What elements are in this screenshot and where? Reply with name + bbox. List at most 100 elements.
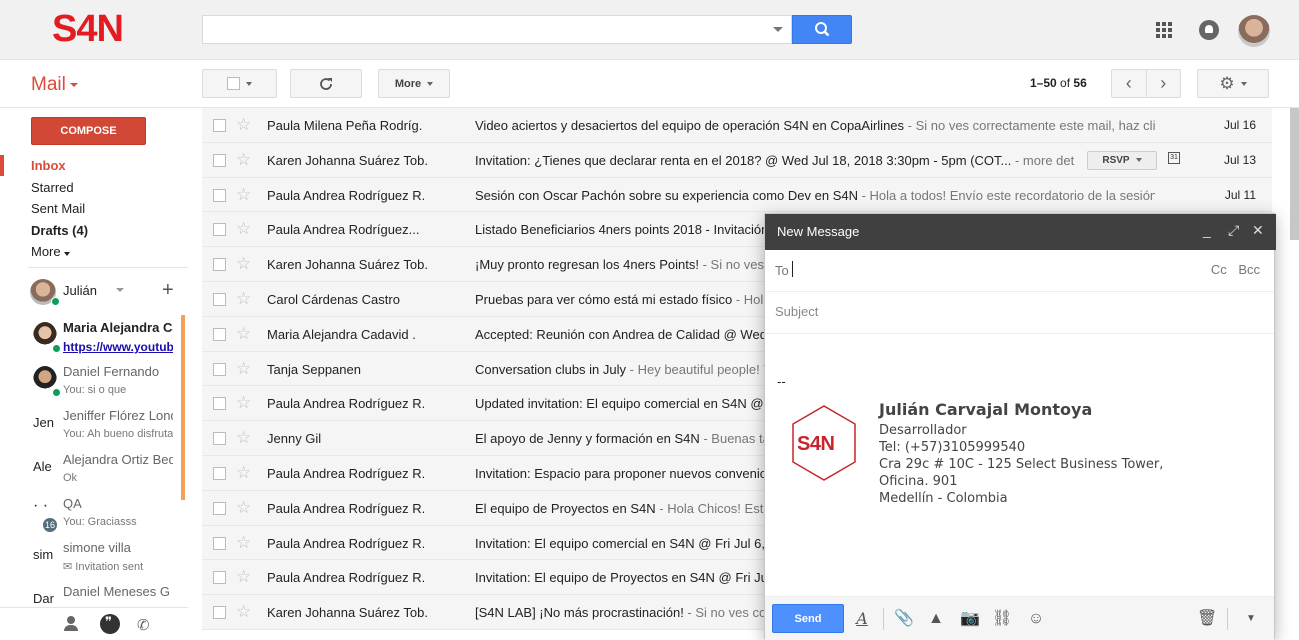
account-avatar[interactable]	[1238, 15, 1270, 47]
contact-name: Alejandra Ortiz Bedoya	[63, 452, 173, 467]
select-all-checkbox[interactable]	[227, 77, 240, 90]
sidebar-item-drafts[interactable]: Drafts (4)	[0, 220, 200, 242]
sidebar-item-starred[interactable]: Starred	[0, 177, 200, 199]
contact-status: You: Ah bueno disfruta	[63, 428, 173, 440]
row-checkbox[interactable]	[213, 327, 226, 341]
more-options-chevron-down-icon[interactable]: ▼	[1241, 609, 1261, 629]
contact-status-link[interactable]: https://www.youtube.com	[63, 340, 173, 354]
email-row[interactable]: ☆ Paula Milena Peña Rodríg. Video aciertos…	[202, 108, 1272, 143]
search-options-caret-icon[interactable]	[773, 27, 783, 32]
compose-header[interactable]: New Message _ ⤢ ✕	[765, 214, 1276, 250]
row-checkbox[interactable]	[213, 362, 226, 376]
mail-caret-icon[interactable]	[70, 83, 78, 87]
subject-input[interactable]	[775, 304, 1255, 319]
select-checkbox-dropdown[interactable]	[202, 69, 277, 98]
row-checkbox[interactable]	[213, 223, 226, 237]
paging-total: 56	[1073, 76, 1087, 90]
email-row[interactable]: ☆ Paula Andrea Rodríguez R. Sesión con Osc…	[202, 177, 1272, 213]
contact-item[interactable]: Maria Alejandra Cadavid https://www.yout…	[0, 315, 180, 359]
calendar-icon[interactable]: 31	[1168, 151, 1180, 164]
star-icon[interactable]: ☆	[236, 393, 251, 413]
email-snippet: - Si no ves correctamente este mail, haz…	[904, 118, 1155, 133]
cc-bcc-links[interactable]: Cc Bcc	[1211, 262, 1260, 277]
star-icon[interactable]: ☆	[236, 533, 251, 553]
star-icon[interactable]: ☆	[236, 567, 251, 587]
fullscreen-expand-icon[interactable]: ⤢	[1228, 222, 1239, 239]
contact-list-scrollbar[interactable]	[181, 315, 185, 500]
page-scrollbar[interactable]	[1290, 108, 1299, 240]
paging-info: 1–50 of 56	[1030, 76, 1087, 90]
star-icon[interactable]: ☆	[236, 219, 251, 239]
discard-draft-trash-icon[interactable]: 🗑	[1197, 609, 1217, 629]
drive-icon[interactable]: ▲	[926, 609, 946, 629]
more-actions-button[interactable]: More	[378, 69, 450, 98]
row-checkbox[interactable]	[213, 188, 226, 202]
row-checkbox[interactable]	[213, 606, 226, 620]
star-icon[interactable]: ☆	[236, 289, 251, 309]
minimize-icon[interactable]: _	[1203, 222, 1211, 238]
formatting-options-icon[interactable]: A	[852, 609, 872, 629]
new-conversation-plus-icon[interactable]: +	[162, 279, 174, 302]
row-checkbox[interactable]	[213, 153, 226, 167]
phone-call-icon[interactable]: ✆	[137, 616, 153, 634]
sidebar-item-more[interactable]: More	[0, 241, 200, 263]
close-icon[interactable]: ✕	[1252, 222, 1264, 239]
email-row[interactable]: ☆ Karen Johanna Suárez Tob. Invitation: ¿T…	[202, 142, 1272, 178]
star-icon[interactable]: ☆	[236, 324, 251, 344]
star-icon[interactable]: ☆	[236, 428, 251, 448]
star-icon[interactable]: ☆	[236, 498, 251, 518]
row-checkbox[interactable]	[213, 571, 226, 585]
email-subject: Invitation: El equipo comercial en S4N @…	[475, 535, 765, 551]
message-body[interactable]: -- S4N Julián Carvajal Montoya Desarroll…	[765, 334, 1274, 596]
search-input[interactable]	[202, 15, 792, 44]
star-icon[interactable]: ☆	[236, 185, 251, 205]
star-icon[interactable]: ☆	[236, 254, 251, 274]
row-checkbox[interactable]	[213, 292, 226, 306]
mail-app-switcher[interactable]: Mail	[31, 74, 66, 96]
email-sender: Jenny Gil	[267, 431, 322, 447]
s4n-logo[interactable]: S4N	[52, 10, 154, 46]
contact-item[interactable]: · · 16 QA You: Graciasss	[0, 491, 180, 535]
chevron-down-icon[interactable]	[116, 288, 124, 292]
row-checkbox[interactable]	[213, 258, 226, 272]
hangouts-chat-icon[interactable]	[100, 614, 120, 634]
attach-paperclip-icon[interactable]: 📎	[894, 609, 914, 629]
older-chevron-right-icon[interactable]: ›	[1147, 70, 1181, 97]
apps-grid-icon[interactable]	[1156, 22, 1172, 38]
send-button[interactable]: Send	[772, 604, 844, 633]
row-checkbox[interactable]	[213, 397, 226, 411]
row-checkbox[interactable]	[213, 501, 226, 515]
newer-chevron-left-icon[interactable]: ‹	[1112, 70, 1147, 97]
row-checkbox[interactable]	[213, 119, 226, 132]
compose-button[interactable]: COMPOSE	[31, 117, 146, 145]
contact-item[interactable]: sim simone villa ✉ Invitation sent	[0, 535, 180, 579]
row-checkbox[interactable]	[213, 536, 226, 550]
row-checkbox[interactable]	[213, 432, 226, 446]
sidebar-item-inbox[interactable]: Inbox	[0, 155, 200, 177]
refresh-button[interactable]	[290, 69, 362, 98]
hangouts-me[interactable]: Julián +	[30, 279, 190, 306]
star-icon[interactable]: ☆	[236, 115, 251, 135]
star-icon[interactable]: ☆	[236, 602, 251, 622]
row-checkbox[interactable]	[213, 466, 226, 480]
svg-text:S4N: S4N	[797, 433, 834, 455]
star-icon[interactable]: ☆	[236, 150, 251, 170]
to-field[interactable]: To Cc Bcc	[765, 250, 1274, 292]
contacts-person-icon[interactable]	[63, 616, 79, 632]
insert-photo-camera-icon[interactable]: 📷	[960, 609, 980, 629]
contact-item[interactable]: Jen Jeniffer Flórez Londoño You: Ah buen…	[0, 403, 180, 447]
subject-field[interactable]	[765, 292, 1274, 334]
contact-item[interactable]: Dar Daniel Meneses G	[0, 579, 180, 605]
sidebar-item-sent[interactable]: Sent Mail	[0, 198, 200, 220]
contact-item[interactable]: Daniel Fernando You: si o que	[0, 359, 180, 403]
star-icon[interactable]: ☆	[236, 463, 251, 483]
insert-link-icon[interactable]: ⛓	[992, 609, 1012, 629]
star-icon[interactable]: ☆	[236, 359, 251, 379]
contact-item[interactable]: Ale Alejandra Ortiz Bedoya Ok	[0, 447, 180, 491]
settings-button[interactable]: ⚙	[1197, 69, 1269, 98]
hangouts-contact-list[interactable]: Maria Alejandra Cadavid https://www.yout…	[0, 315, 188, 605]
insert-emoji-icon[interactable]: ☺	[1026, 609, 1046, 629]
rsvp-button[interactable]: RSVP	[1087, 150, 1157, 170]
search-button[interactable]	[792, 15, 852, 44]
bell-icon[interactable]	[1199, 20, 1219, 40]
